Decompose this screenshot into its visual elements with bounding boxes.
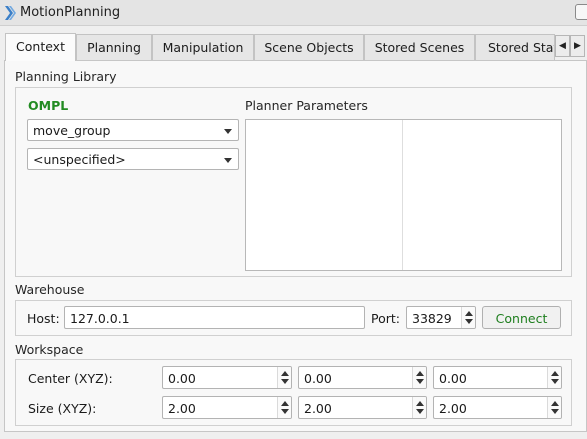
tab-scene-objects[interactable]: Scene Objects <box>254 34 364 60</box>
size-z-stepper[interactable] <box>547 397 561 418</box>
arrow-up-icon[interactable] <box>416 371 424 376</box>
arrow-down-icon[interactable] <box>551 379 559 384</box>
chevron-down-icon <box>224 158 232 163</box>
tab-stored-states[interactable]: Stored Stat <box>475 34 555 60</box>
arrow-down-icon[interactable] <box>416 409 424 414</box>
host-input[interactable]: 127.0.0.1 <box>64 306 365 329</box>
size-z-spinbox[interactable]: 2.00 <box>433 396 562 419</box>
arrow-down-icon[interactable] <box>465 319 473 324</box>
arrow-up-icon[interactable] <box>465 311 473 316</box>
arrow-up-icon[interactable] <box>281 401 289 406</box>
tab-context[interactable]: Context <box>5 33 76 61</box>
window-title: MotionPlanning <box>20 5 121 20</box>
size-y-value: 2.00 <box>304 401 332 416</box>
arrow-up-icon[interactable] <box>551 401 559 406</box>
host-label: Host: <box>27 311 60 326</box>
port-stepper[interactable] <box>461 307 475 328</box>
center-y-stepper[interactable] <box>412 367 426 388</box>
arrow-up-icon[interactable] <box>551 371 559 376</box>
size-x-stepper[interactable] <box>277 397 291 418</box>
column-divider <box>402 120 403 270</box>
arrow-down-icon[interactable] <box>416 379 424 384</box>
planner-parameters-heading: Planner Parameters <box>245 98 368 113</box>
warehouse-heading: Warehouse <box>15 282 85 297</box>
port-value: 33829 <box>412 311 452 326</box>
planner-value: <unspecified> <box>33 152 126 167</box>
size-z-value: 2.00 <box>439 401 467 416</box>
planning-group-value: move_group <box>33 123 111 138</box>
center-z-value: 0.00 <box>439 371 467 386</box>
planning-group-select[interactable]: move_group <box>27 119 239 141</box>
workspace-heading: Workspace <box>15 342 84 357</box>
planner-parameters-table[interactable] <box>245 119 562 271</box>
window-float-button[interactable] <box>575 4 587 20</box>
tab-stored-scenes[interactable]: Stored Scenes <box>364 34 475 60</box>
center-y-spinbox[interactable]: 0.00 <box>298 366 427 389</box>
center-y-value: 0.00 <box>304 371 332 386</box>
size-y-spinbox[interactable]: 2.00 <box>298 396 427 419</box>
port-spinbox[interactable]: 33829 <box>406 306 476 329</box>
arrow-up-icon[interactable] <box>416 401 424 406</box>
center-x-value: 0.00 <box>168 371 196 386</box>
tab-manipulation[interactable]: Manipulation <box>152 34 254 60</box>
center-label: Center (XYZ): <box>28 371 113 386</box>
port-label: Port: <box>371 311 400 326</box>
planner-select[interactable]: <unspecified> <box>27 148 239 170</box>
size-x-value: 2.00 <box>168 401 196 416</box>
chevron-down-icon <box>224 129 232 134</box>
planning-library-heading: Planning Library <box>15 69 117 84</box>
library-name: OMPL <box>28 98 69 113</box>
connect-button[interactable]: Connect <box>482 306 561 329</box>
tab-scroll-left-icon[interactable]: ◀ <box>555 35 570 57</box>
tab-scroll-right-icon[interactable]: ▶ <box>570 35 585 57</box>
center-z-stepper[interactable] <box>547 367 561 388</box>
arrow-down-icon[interactable] <box>281 409 289 414</box>
app-icon <box>5 6 16 20</box>
arrow-down-icon[interactable] <box>551 409 559 414</box>
center-z-spinbox[interactable]: 0.00 <box>433 366 562 389</box>
size-label: Size (XYZ): <box>28 401 97 416</box>
size-x-spinbox[interactable]: 2.00 <box>162 396 292 419</box>
arrow-up-icon[interactable] <box>281 371 289 376</box>
size-y-stepper[interactable] <box>412 397 426 418</box>
center-x-stepper[interactable] <box>277 367 291 388</box>
tab-planning[interactable]: Planning <box>76 34 152 60</box>
center-x-spinbox[interactable]: 0.00 <box>162 366 292 389</box>
arrow-down-icon[interactable] <box>281 379 289 384</box>
